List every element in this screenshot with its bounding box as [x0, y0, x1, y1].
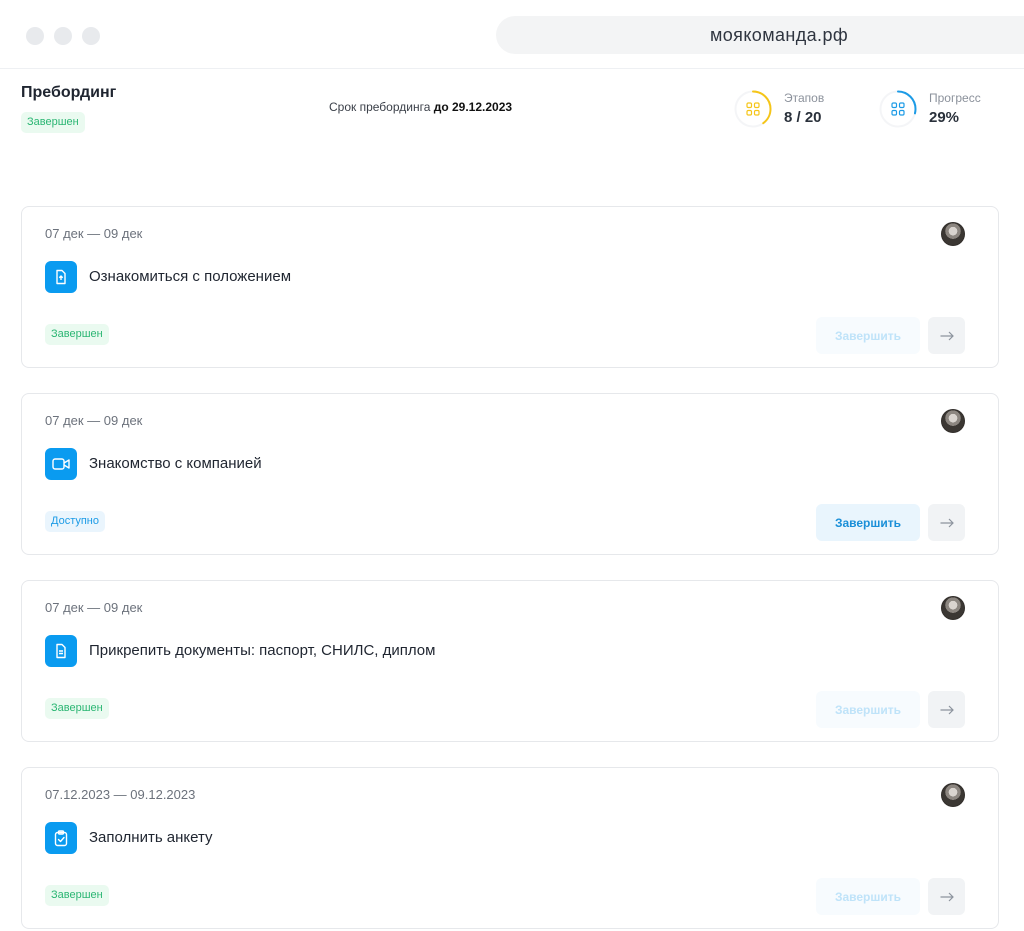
- avatar: [941, 409, 965, 433]
- task-date: 07.12.2023 — 09.12.2023: [45, 787, 196, 802]
- window-controls: [26, 27, 100, 45]
- arrow-right-icon: [940, 892, 954, 901]
- task-date: 07 дек — 09 дек: [45, 226, 143, 241]
- video-camera-icon: [45, 448, 77, 480]
- browser-chrome: моякоманда.рф: [0, 0, 1024, 69]
- document-text-icon: [45, 635, 77, 667]
- open-task-button[interactable]: [928, 878, 965, 915]
- open-task-button[interactable]: [928, 504, 965, 541]
- open-task-button[interactable]: [928, 317, 965, 354]
- task-card: 07 дек — 09 дек Знакомство с компанией Д…: [21, 393, 999, 555]
- open-task-button[interactable]: [928, 691, 965, 728]
- window-maximize-button[interactable]: [82, 27, 100, 45]
- task-card: 07.12.2023 — 09.12.2023 Заполнить анкету…: [21, 767, 999, 929]
- avatar: [941, 783, 965, 807]
- avatar: [941, 596, 965, 620]
- arrow-right-icon: [940, 518, 954, 527]
- progress-value: 29%: [929, 109, 960, 126]
- grid-icon: [746, 102, 760, 116]
- address-bar[interactable]: моякоманда.рф: [496, 16, 1024, 54]
- address-bar-url: моякоманда.рф: [710, 25, 849, 45]
- deadline-label: Срок пребординга: [329, 100, 431, 114]
- task-date: 07 дек — 09 дек: [45, 600, 143, 615]
- clipboard-check-icon: [45, 822, 77, 854]
- task-title[interactable]: Прикрепить документы: паспорт, СНИЛС, ди…: [89, 642, 435, 659]
- finish-button[interactable]: Завершить: [816, 878, 920, 915]
- grid-icon: [891, 102, 905, 116]
- document-upload-icon: [45, 261, 77, 293]
- deadline-value: до 29.12.2023: [433, 100, 513, 114]
- arrow-right-icon: [940, 705, 954, 714]
- status-badge: Завершен: [45, 698, 109, 719]
- task-card: 07 дек — 09 дек Прикрепить документы: па…: [21, 580, 999, 742]
- stages-ring: [734, 90, 772, 128]
- status-badge: Завершен: [45, 885, 109, 906]
- progress-label: Прогресс: [929, 91, 981, 105]
- arrow-right-icon: [940, 331, 954, 340]
- stages-value: 8 / 20: [784, 109, 822, 126]
- status-badge: Завершен: [45, 324, 109, 345]
- finish-button[interactable]: Завершить: [816, 691, 920, 728]
- task-title[interactable]: Ознакомиться с положением: [89, 268, 291, 285]
- window-minimize-button[interactable]: [54, 27, 72, 45]
- finish-button[interactable]: Завершить: [816, 504, 920, 541]
- deadline-text: Срок пребординга до 29.12.2023: [329, 100, 512, 114]
- task-title[interactable]: Заполнить анкету: [89, 829, 213, 846]
- status-badge: Завершен: [21, 112, 85, 133]
- window-close-button[interactable]: [26, 27, 44, 45]
- finish-button[interactable]: Завершить: [816, 317, 920, 354]
- progress-ring: [879, 90, 917, 128]
- task-date: 07 дек — 09 дек: [45, 413, 143, 428]
- status-badge: Доступно: [45, 511, 106, 532]
- page-title: Пребординг: [21, 84, 117, 101]
- task-title[interactable]: Знакомство с компанией: [89, 455, 262, 472]
- task-card: 07 дек — 09 дек Ознакомиться с положение…: [21, 206, 999, 368]
- avatar: [941, 222, 965, 246]
- stages-label: Этапов: [784, 91, 825, 105]
